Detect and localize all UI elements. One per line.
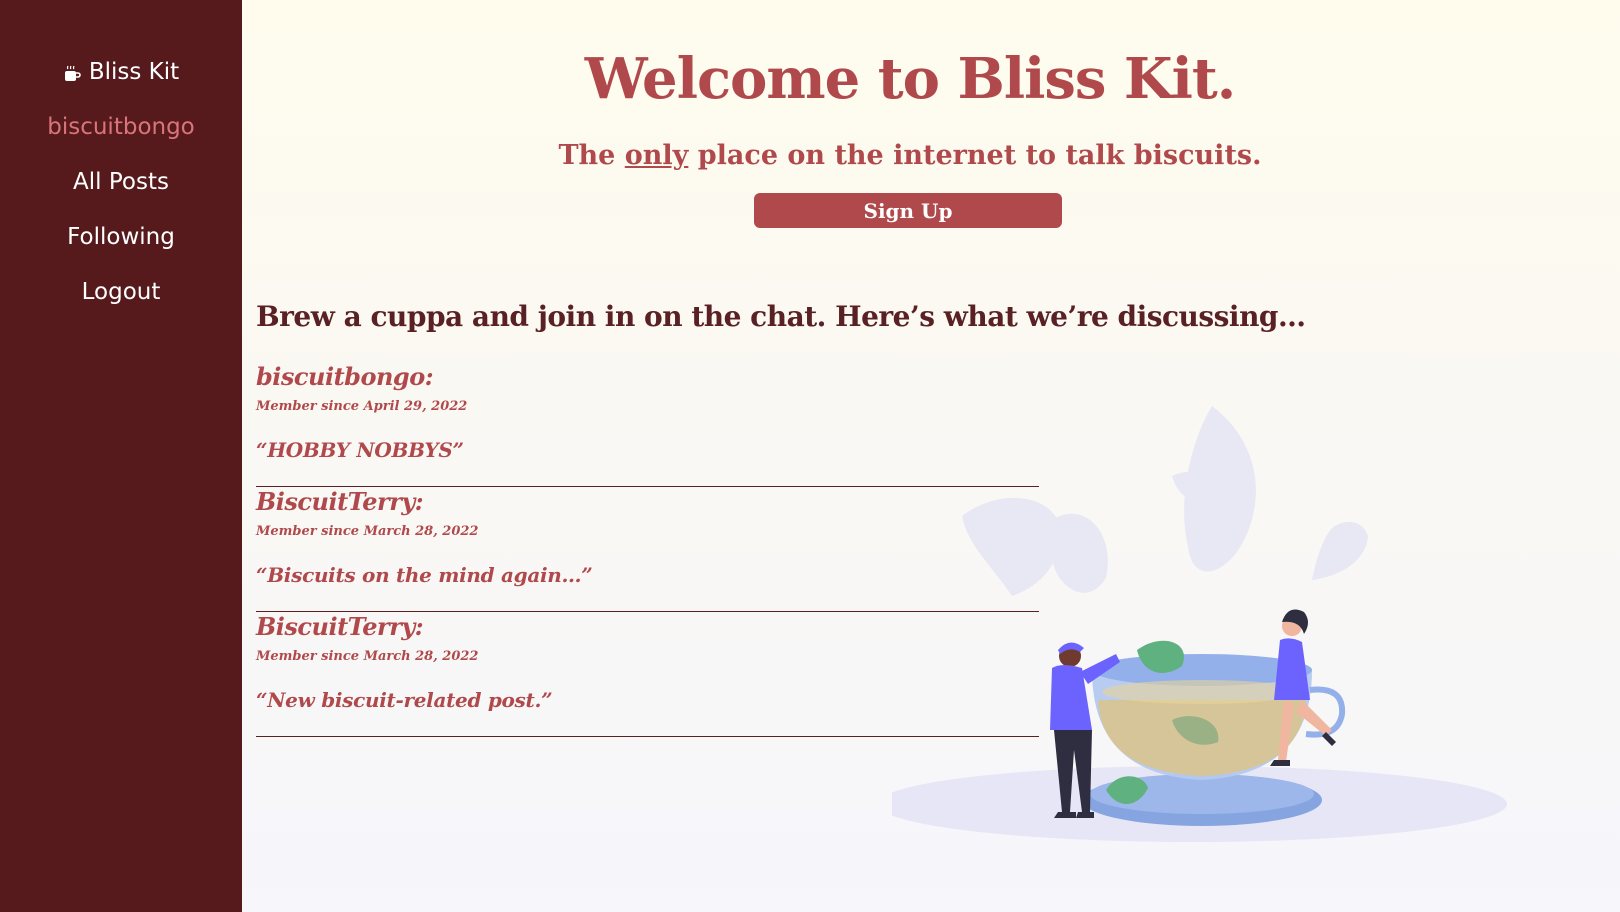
sidebar-item-following[interactable]: Following bbox=[67, 221, 175, 253]
sidebar-item-all-posts[interactable]: All Posts bbox=[73, 166, 169, 198]
member-since: Member since March 28, 2022 bbox=[256, 649, 479, 664]
post-author[interactable]: biscuitbongo: bbox=[256, 362, 434, 391]
post-author[interactable]: BiscuitTerry: bbox=[256, 612, 424, 641]
coffee-cup-icon bbox=[63, 63, 81, 81]
sidebar-item-username[interactable]: biscuitbongo bbox=[47, 111, 195, 143]
post-author[interactable]: BiscuitTerry: bbox=[256, 487, 424, 516]
main-content: Welcome to Bliss Kit. The only place on … bbox=[242, 0, 1620, 912]
member-since: Member since April 29, 2022 bbox=[256, 399, 468, 414]
brand-name: Bliss Kit bbox=[88, 59, 180, 85]
sidebar-item-logout[interactable]: Logout bbox=[82, 276, 161, 308]
sign-up-button[interactable]: Sign Up bbox=[754, 193, 1062, 228]
post-title[interactable]: “HOBBY NOBBYS” bbox=[256, 438, 464, 462]
post-title[interactable]: “New biscuit-related post.” bbox=[256, 688, 553, 712]
brand-link[interactable]: Bliss Kit bbox=[63, 56, 179, 88]
subtitle-emphasis: only bbox=[624, 140, 689, 171]
post-title[interactable]: “Biscuits on the mind again…” bbox=[256, 563, 593, 587]
page-subtitle: The only place on the internet to talk b… bbox=[242, 140, 1578, 171]
tea-cup-people-illustration bbox=[877, 400, 1532, 860]
member-since: Member since March 28, 2022 bbox=[256, 524, 479, 539]
feed-heading: Brew a cuppa and join in on the chat. He… bbox=[256, 300, 1306, 333]
page-title: Welcome to Bliss Kit. bbox=[584, 46, 1237, 112]
subtitle-pre: The bbox=[558, 140, 625, 171]
sidebar: Bliss Kit biscuitbongo All Posts Followi… bbox=[0, 0, 242, 912]
subtitle-post: place on the internet to talk biscuits. bbox=[688, 140, 1262, 171]
